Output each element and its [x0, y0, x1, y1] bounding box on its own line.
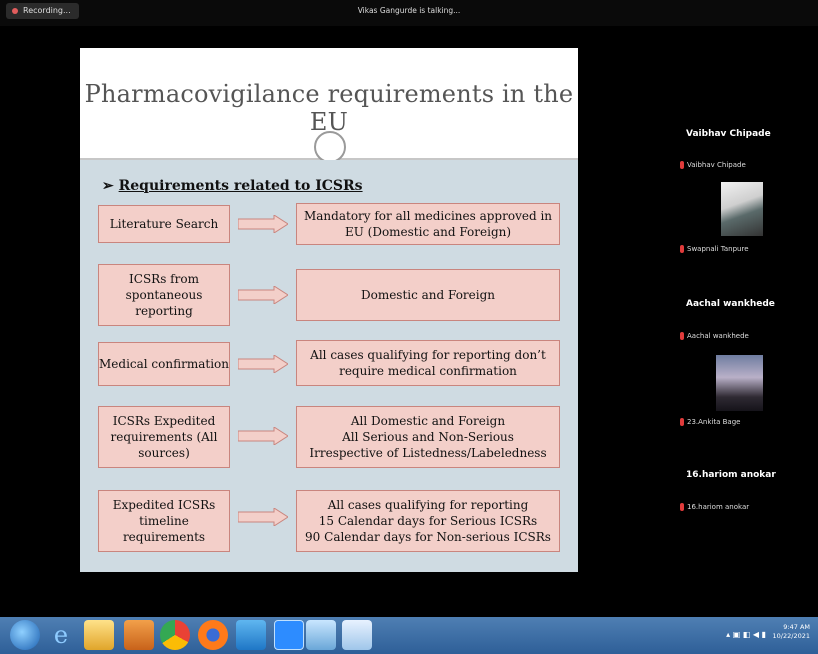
speaker-status: Vikas Gangurde is talking... [357, 6, 461, 15]
clock[interactable]: 9:47 AM 10/22/2021 [773, 623, 810, 641]
firefox-icon[interactable] [198, 620, 228, 650]
row-label-medical-confirmation: Medical confirmation [98, 342, 230, 386]
row-label-spontaneous-reporting: ICSRs from spontaneous reporting [98, 264, 230, 326]
clock-time: 9:47 AM [783, 623, 810, 631]
participant-video-swapnali[interactable] [721, 182, 763, 236]
slide-body: ➢ Requirements related to ICSRs Literatu… [80, 160, 578, 572]
internet-explorer-icon[interactable]: e [46, 620, 76, 650]
muted-mic-icon [680, 161, 684, 169]
participant-label: 23.Ankita Bage [687, 418, 741, 426]
right-arrow-icon [238, 508, 288, 526]
row-detail-timeline-requirements: All cases qualifying for reporting 15 Ca… [296, 490, 560, 552]
muted-mic-icon [680, 503, 684, 511]
participant-label: 16.hariom anokar [687, 503, 750, 511]
row-detail-literature-search: Mandatory for all medicines approved in … [296, 203, 560, 245]
screen-app-icon[interactable] [306, 620, 336, 650]
start-orb-icon[interactable] [10, 620, 40, 650]
participant-tile-swapnali[interactable]: Swapnali Tanpure [680, 245, 749, 253]
participant-label: Swapnali Tanpure [687, 245, 749, 253]
arrow-bullet-icon: ➢ [102, 178, 114, 194]
participant-tile-ankita[interactable]: 23.Ankita Bage [680, 418, 740, 426]
shared-slide: Pharmacovigilance requirements in the EU… [80, 48, 578, 572]
participant-tile-vaibhav[interactable]: Vaibhav Chipade [680, 161, 746, 169]
office-app-icon[interactable] [124, 620, 154, 650]
file-explorer-icon[interactable] [84, 620, 114, 650]
muted-mic-icon [680, 245, 684, 253]
system-tray-icons[interactable]: ▴ ▣ ◧ ◀ ▮ [726, 630, 766, 639]
right-arrow-icon [238, 355, 288, 373]
participant-tile-hariom[interactable]: 16.hariom anokar [680, 503, 749, 511]
participant-video-ankita[interactable] [716, 355, 763, 411]
row-detail-medical-confirmation: All cases qualifying for reporting don’t… [296, 340, 560, 386]
row-label-literature-search: Literature Search [98, 205, 230, 243]
slide-divider-ring-icon [314, 131, 346, 163]
blue-app-icon[interactable] [236, 620, 266, 650]
participant-tile-aachal[interactable]: Aachal wankhede [680, 332, 749, 340]
right-arrow-icon [238, 286, 288, 304]
paint-app-icon[interactable] [342, 620, 372, 650]
right-arrow-icon [238, 215, 288, 233]
row-label-expedited-requirements: ICSRs Expedited requirements (All source… [98, 406, 230, 468]
row-detail-spontaneous-reporting: Domestic and Foreign [296, 269, 560, 321]
participant-name-vaibhav[interactable]: Vaibhav Chipade [686, 129, 786, 139]
row-label-timeline-requirements: Expedited ICSRs timeline requirements [98, 490, 230, 552]
participant-name-aachal[interactable]: Aachal wankhede [686, 299, 786, 309]
row-detail-expedited-requirements: All Domestic and Foreign All Serious and… [296, 406, 560, 468]
slide-subheading: ➢ Requirements related to ICSRs [102, 178, 363, 194]
clock-date: 10/22/2021 [772, 632, 810, 640]
subheading-text: Requirements related to ICSRs [118, 178, 363, 194]
zoom-icon[interactable] [274, 620, 304, 650]
windows-taskbar: e ▴ ▣ ◧ ◀ ▮ 9:47 AM 10/22/2021 [0, 617, 818, 654]
meeting-top-bar: Recording... Vikas Gangurde is talking..… [0, 0, 818, 26]
right-arrow-icon [238, 427, 288, 445]
participant-label: Aachal wankhede [687, 332, 749, 340]
muted-mic-icon [680, 332, 684, 340]
muted-mic-icon [680, 418, 684, 426]
slide-title: Pharmacovigilance requirements in the EU [84, 80, 574, 136]
chrome-icon[interactable] [160, 620, 190, 650]
participant-label: Vaibhav Chipade [687, 161, 746, 169]
participant-name-hariom[interactable]: 16.hariom anokar [686, 470, 786, 480]
